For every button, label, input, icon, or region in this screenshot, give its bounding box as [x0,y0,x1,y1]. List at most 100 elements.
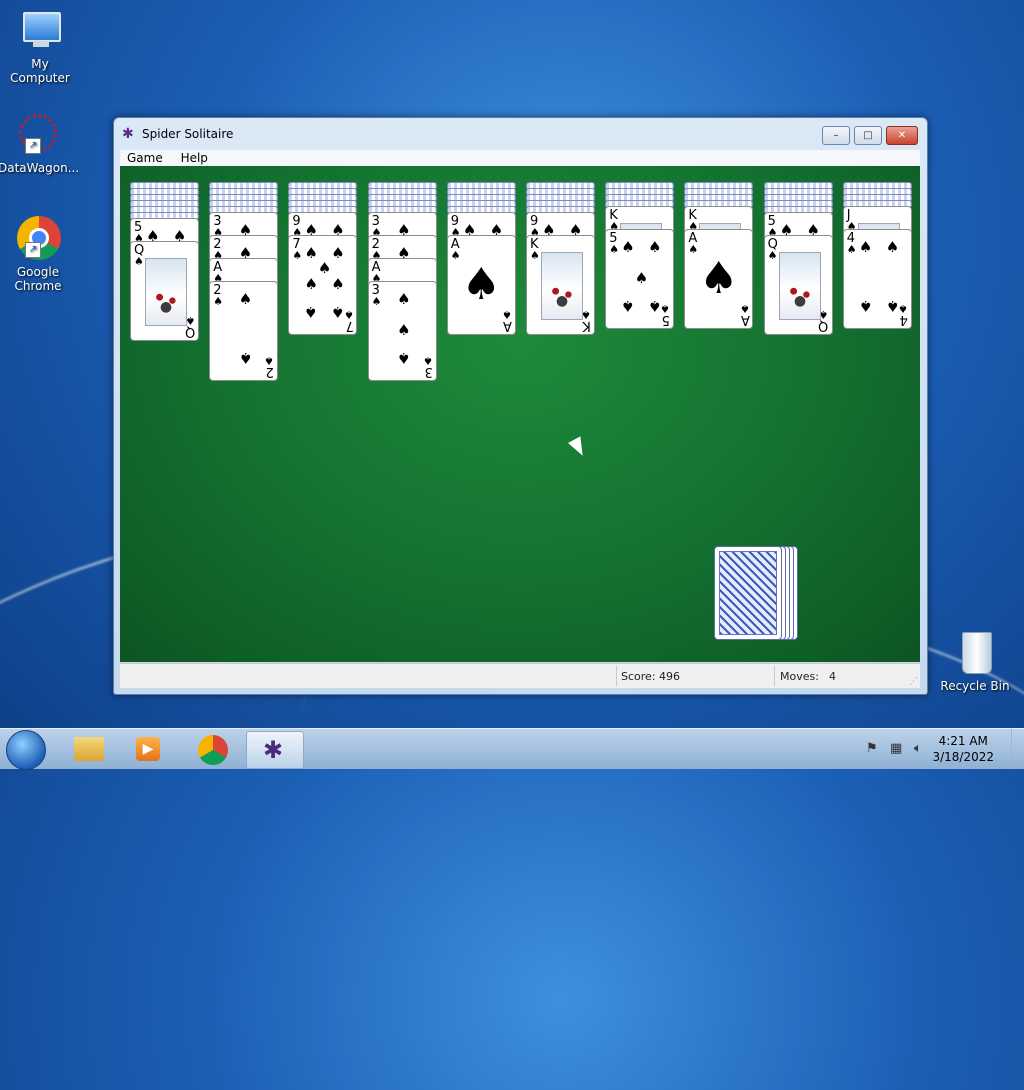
playing-card-q-spades[interactable]: Q ♠ Q ♠ [130,241,199,341]
spade-icon: ♠ [422,354,433,367]
start-button[interactable] [6,730,46,770]
playing-card-k-spades[interactable]: K♠K♠ [526,235,595,335]
card-rank-corner: 2♠ [264,354,275,379]
taskbar: ▶ ✱ ⚑ ▦ 🔈︎ 4:21 AM 3/18/2022 [0,728,1024,770]
volume-icon[interactable]: 🔈︎ [914,741,922,756]
title-bar[interactable]: ✱ Spider Solitaire – □ ✕ [114,118,927,150]
spade-icon: ♠ [885,297,900,316]
desktop-icon-recycle-bin[interactable]: Recycle Bin [935,630,1015,693]
clock-time: 4:21 AM [938,734,988,748]
card-rank-corner: 7 ♠ [292,237,303,262]
spade-icon: ♠ [767,249,778,262]
playing-card-q-spades[interactable]: Q ♠ Q ♠ [763,235,833,335]
desktop-icon-my-computer[interactable]: My Computer [0,8,80,85]
card-rank-corner: A♠ [501,308,512,333]
network-icon[interactable]: ▦ [890,741,902,756]
playing-card-3-spades[interactable]: 3♠3♠♠♠♠ [367,281,437,381]
spade-icon: ♠ [331,303,345,322]
show-desktop-button[interactable] [1011,729,1024,769]
spade-icon: ♠ [739,302,750,315]
window-title: Spider Solitaire [142,127,234,141]
spade-icon: ♠ [238,349,253,368]
spade-icon: ♠ [317,259,332,278]
spade-icon: ♠ [304,275,318,293]
computer-icon [17,8,63,54]
face-card-art [778,252,821,320]
spade-icon: ♠ [397,349,411,368]
taskbar-explorer[interactable] [62,731,116,767]
card-rank-corner: Q ♠ [767,237,778,262]
card-rank-corner: 3♠ [422,354,433,379]
face-card-art [145,258,187,326]
card-rank-corner: Q ♠ [134,243,145,268]
winter-tree-art [546,281,578,315]
winter-tree-art [150,287,182,321]
spade-icon: ♠ [846,243,857,256]
moves-label: Moves: [780,670,819,683]
explorer-icon [74,737,104,761]
media-player-icon: ▶ [136,737,160,761]
spade-icon: ♠ [264,354,275,367]
close-button[interactable]: ✕ [886,126,918,145]
spade-icon: ♠ [304,303,318,322]
chrome-icon [198,735,228,765]
system-clock[interactable]: 4:21 AM 3/18/2022 [932,733,994,765]
action-center-icon[interactable]: ⚑ [866,741,878,756]
recycle-bin-icon [952,630,998,676]
spade-icon: ♠ [238,289,253,308]
spade-icon: ♠ [648,237,662,256]
menu-game[interactable]: Game [120,150,170,166]
minimize-button[interactable]: – [822,126,850,145]
spade-icon: ♠ [858,237,873,256]
spade-icon: ♠ [292,249,303,262]
desktop-icon-label: My Computer [10,57,70,85]
status-bar: Score: 496 Moves: 4 ⋰ [120,663,920,688]
desktop-icon-datawagon[interactable]: ↗ DataWagon... [0,112,80,175]
spade-icon: ♠ [885,237,900,256]
moves-value: 4 [829,670,836,683]
spade-icon: ♠ [134,255,144,268]
playing-card-a-spades[interactable]: A♠A♠♠ [684,229,754,329]
winter-tree-art [783,281,816,315]
spade-icon: ♠ [331,243,345,262]
maximize-button[interactable]: □ [854,126,882,145]
playing-card-7-spades[interactable]: 7 ♠ 7 ♠ ♠ ♠ ♠ ♠ ♠ ♠ ♠ [288,235,358,335]
playing-card-4-spades[interactable]: 4 ♠ 4 ♠ ♠ ♠ ♠ ♠ [842,229,912,329]
spade-icon: ♠ [530,249,540,262]
taskbar-spider-solitaire[interactable]: ✱ [246,731,304,769]
spade-icon: ♠ [213,295,224,308]
playing-card-a-spades[interactable]: A♠A♠♠ [446,235,516,335]
spade-icon: ♠ [461,259,502,310]
game-board[interactable]: 5♠5♠♠♠♠♠♠Q♠Q♠3♠3♠♠♠♠2♠2♠♠♠A♠A♠♠2♠2♠♠♠9♠9… [120,166,920,662]
spade-icon: ♠ [304,243,318,262]
menu-help[interactable]: Help [174,150,215,166]
spade-icon: ♠ [450,249,461,262]
face-card-art [541,252,583,320]
card-rank-corner: 3♠ [371,283,382,308]
status-separator [616,666,617,686]
taskbar-media-player[interactable]: ▶ [122,731,176,767]
spade-icon: ♠ [688,243,699,256]
desktop-icon-label: DataWagon... [0,161,80,175]
desktop-icon-label: Recycle Bin [940,679,1010,693]
spade-icon: ♠ [397,289,411,308]
card-rank-corner: A♠ [739,302,750,327]
resize-grip-icon[interactable]: ⋰ [909,677,918,687]
chrome-icon: ↗ [15,216,61,262]
desktop-icon-google-chrome[interactable]: ↗ Google Chrome [0,216,78,293]
card-back-pattern [719,551,777,635]
taskbar-chrome[interactable] [186,731,240,767]
spade-icon: ♠ [634,269,649,287]
playing-card-2-spades[interactable]: 2♠2♠♠♠ [209,281,279,381]
status-separator [774,666,775,686]
card-rank-corner: 2♠ [213,283,224,308]
spade-icon: ♠ [648,297,662,316]
card-rank-corner: 7 ♠ [343,308,354,333]
spade-icon: ♠ [609,243,620,256]
card-rank-corner: A♠ [688,231,699,256]
spade-icon: ♠ [343,308,354,321]
stock-pile-card[interactable] [714,546,782,640]
playing-card-5-spades[interactable]: 5♠5♠♠♠♠♠♠ [605,229,675,329]
clock-date: 3/18/2022 [932,750,994,764]
card-rank-corner: 5♠ [660,302,671,327]
